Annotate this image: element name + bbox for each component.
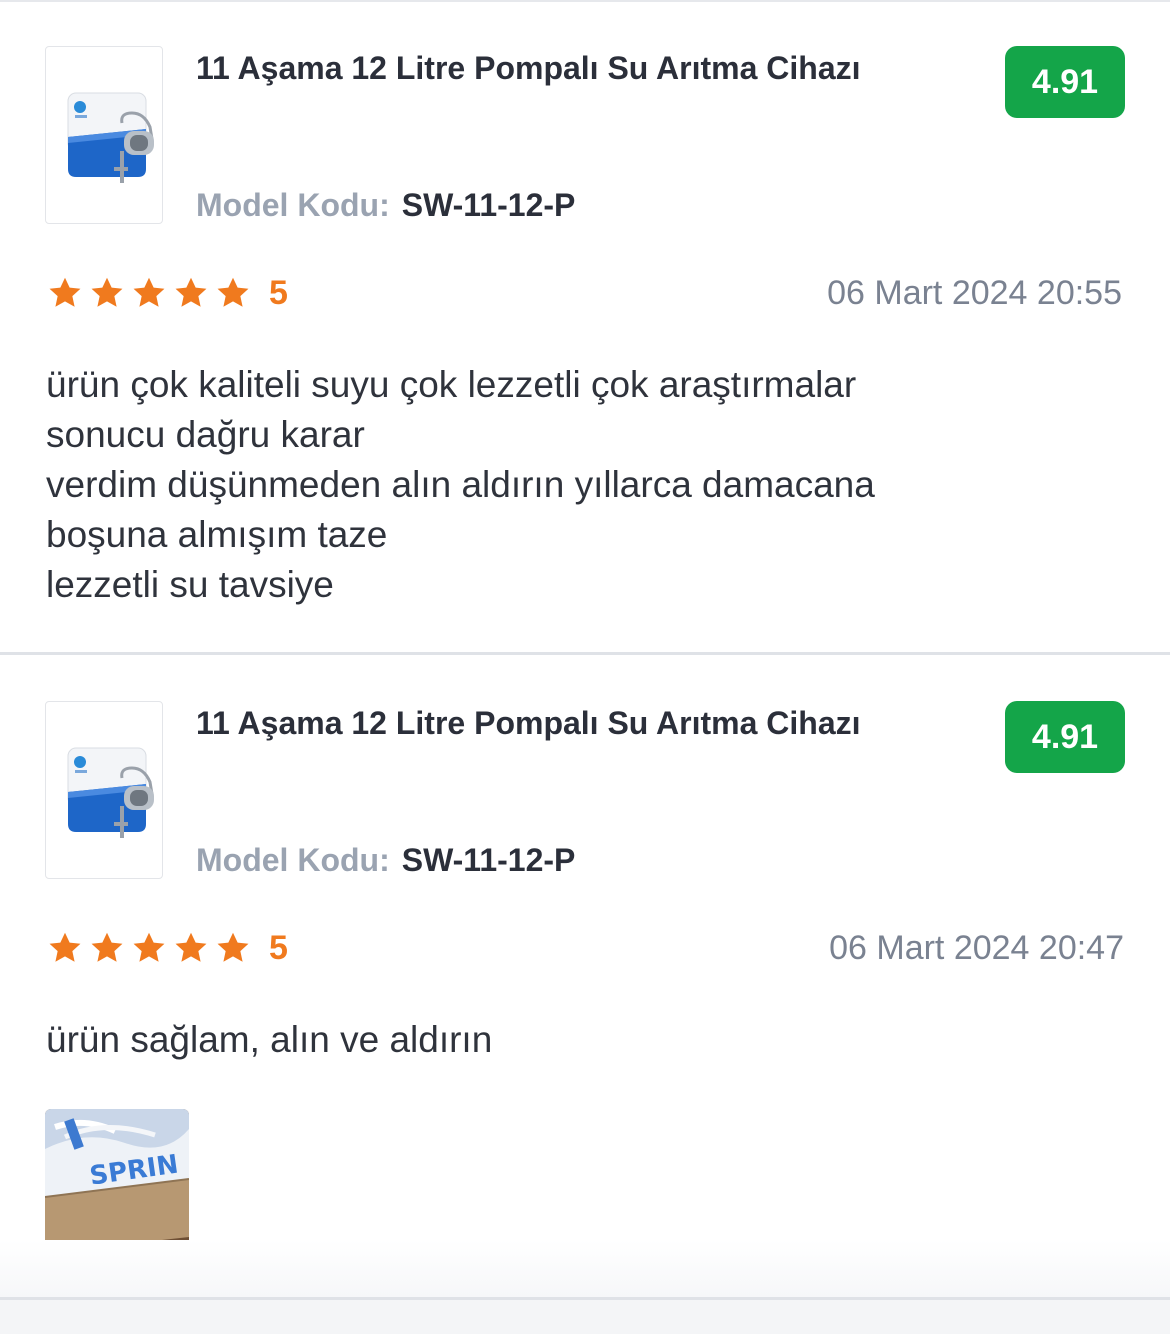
model-code-value: SW-11-12-P bbox=[401, 842, 576, 878]
comment-line: lezzetli su tavsiye bbox=[46, 564, 334, 605]
rating-value: 5 bbox=[269, 929, 288, 967]
model-code-row: Model Kodu: SW-11-12-P bbox=[196, 185, 575, 225]
model-code-value: SW-11-12-P bbox=[401, 187, 576, 223]
comment-line: verdim düşünmeden alın aldırın yıllarca … bbox=[46, 464, 875, 505]
star-icon bbox=[173, 275, 209, 311]
star-icon bbox=[173, 930, 209, 966]
product-thumbnail[interactable] bbox=[45, 46, 163, 224]
review-card: 11 Aşama 12 Litre Pompalı Su Arıtma Ciha… bbox=[0, 656, 1170, 1298]
comment-line: ürün çok kaliteli suyu çok lezzetli çok … bbox=[46, 364, 857, 405]
review-divider bbox=[0, 652, 1170, 655]
star-icon bbox=[131, 275, 167, 311]
comment-line: boşuna almışım taze bbox=[46, 514, 388, 555]
comment-line: ürün sağlam, alın ve aldırın bbox=[46, 1019, 493, 1060]
score-badge: 4.91 bbox=[1005, 701, 1125, 773]
model-code-row: Model Kodu: SW-11-12-P bbox=[196, 840, 575, 880]
review-date: 06 Mart 2024 20:55 bbox=[827, 274, 1122, 312]
review-card: 11 Aşama 12 Litre Pompalı Su Arıtma Ciha… bbox=[0, 0, 1170, 654]
star-rating: 5 bbox=[47, 275, 288, 311]
next-section bbox=[0, 1300, 1170, 1334]
score-badge: 4.91 bbox=[1005, 46, 1125, 118]
star-icon bbox=[215, 930, 251, 966]
star-icon bbox=[89, 275, 125, 311]
star-icon bbox=[215, 275, 251, 311]
star-icon bbox=[47, 275, 83, 311]
model-code-label: Model Kodu: bbox=[196, 187, 390, 223]
review-comment: ürün çok kaliteli suyu çok lezzetli çok … bbox=[46, 360, 1106, 610]
review-comment: ürün sağlam, alın ve aldırın bbox=[46, 1015, 1106, 1065]
comment-line: sonucu dağru karar bbox=[46, 414, 365, 455]
water-purifier-image bbox=[67, 747, 154, 838]
model-code-label: Model Kodu: bbox=[196, 842, 390, 878]
rating-value: 5 bbox=[269, 274, 288, 312]
list-bottom-fade bbox=[0, 1240, 1170, 1297]
product-title[interactable]: 11 Aşama 12 Litre Pompalı Su Arıtma Ciha… bbox=[196, 703, 976, 743]
review-photo[interactable]: SPRIN bbox=[45, 1109, 189, 1253]
star-rating: 5 bbox=[47, 930, 288, 966]
water-purifier-image bbox=[67, 92, 154, 183]
review-date: 06 Mart 2024 20:47 bbox=[829, 929, 1124, 967]
product-title[interactable]: 11 Aşama 12 Litre Pompalı Su Arıtma Ciha… bbox=[196, 48, 976, 88]
star-icon bbox=[47, 930, 83, 966]
review-photo-image: SPRIN bbox=[45, 1109, 189, 1253]
star-icon bbox=[131, 930, 167, 966]
star-icon bbox=[89, 930, 125, 966]
product-thumbnail[interactable] bbox=[45, 701, 163, 879]
